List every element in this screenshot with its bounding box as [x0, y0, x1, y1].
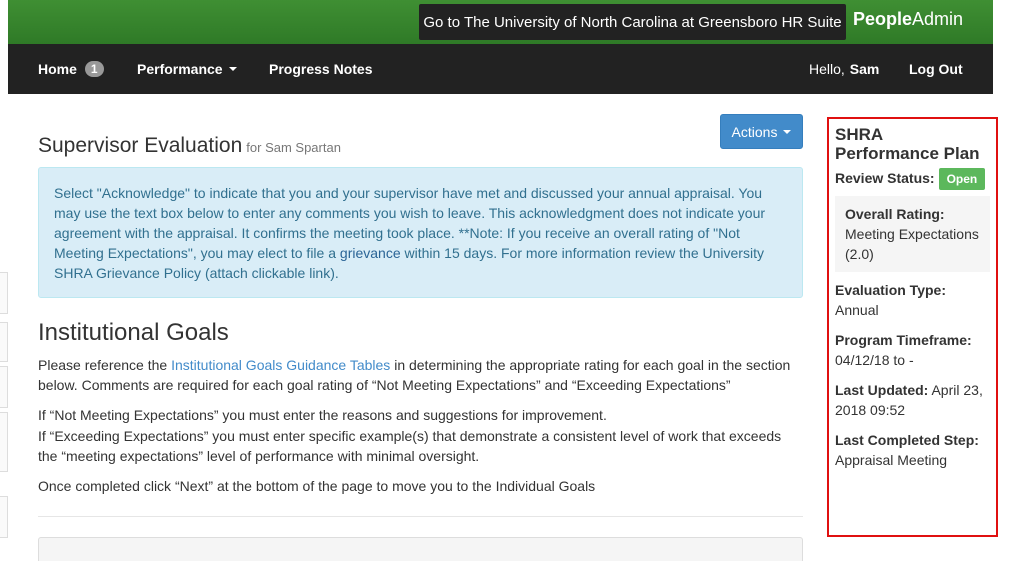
goals-panel — [38, 537, 803, 561]
user-name: Sam — [849, 61, 880, 77]
user-greeting: Hello, Sam — [809, 61, 880, 77]
grievance-link[interactable]: grievance — [340, 245, 401, 261]
nav-progress-notes[interactable]: Progress Notes — [269, 44, 372, 94]
logout-link[interactable]: Log Out — [909, 44, 963, 94]
program-timeframe-row: Program Timeframe: 04/12/18 to - — [835, 332, 972, 368]
left-edge-strip — [0, 0, 8, 561]
edge-tab — [0, 322, 8, 362]
nav-home[interactable]: Home 1 — [38, 44, 104, 94]
plan-summary-sidebar: SHRA Performance Plan Review Status: Open… — [827, 117, 998, 537]
not-meeting-paragraph: If “Not Meeting Expectations” you must e… — [38, 407, 607, 423]
next-step-paragraph: Once completed click “Next” at the botto… — [38, 478, 596, 494]
page-subtitle: for Sam Spartan — [246, 140, 341, 155]
page-title: Supervisor Evaluation for Sam Spartan — [38, 134, 341, 157]
overall-rating-well: Overall Rating: Meeting Expectations (2.… — [835, 196, 990, 272]
overall-rating-label: Overall Rating: — [845, 206, 945, 222]
guidance-paragraph: Please reference the Institutional Goals… — [38, 357, 791, 393]
nav-home-label: Home — [38, 61, 77, 77]
guidance-tables-link[interactable]: Institutional Goals Guidance Tables — [171, 357, 390, 373]
main-navbar: Home 1 Performance Progress Notes Hello,… — [8, 44, 993, 94]
evaluation-type-row: Evaluation Type: Annual — [835, 282, 946, 318]
home-count-badge: 1 — [84, 61, 104, 77]
actions-dropdown-button[interactable]: Actions — [720, 114, 803, 149]
edge-tab — [0, 366, 8, 408]
sidebar-title: SHRA Performance Plan — [835, 125, 980, 163]
acknowledge-info-alert: Select "Acknowledge" to indicate that yo… — [38, 167, 803, 298]
nav-performance[interactable]: Performance — [137, 44, 237, 94]
last-completed-row: Last Completed Step: Appraisal Meeting — [835, 432, 979, 468]
overall-rating-value: Meeting Expectations (2.0) — [845, 226, 979, 262]
actions-label: Actions — [731, 123, 778, 140]
chevron-down-icon — [783, 129, 792, 134]
chevron-down-icon — [228, 67, 237, 71]
nav-performance-label: Performance — [137, 61, 223, 77]
edge-tab — [0, 412, 8, 472]
section-title: Institutional Goals — [38, 319, 229, 346]
exceeding-paragraph: If “Exceeding Expectations” you must ent… — [38, 428, 782, 464]
last-updated-row: Last Updated: April 23, 2018 09:52 — [835, 382, 983, 418]
brand-logo[interactable]: PeopleAdmin — [853, 9, 963, 30]
review-status-row: Review Status: Open — [835, 168, 990, 190]
edge-tab — [0, 272, 8, 314]
divider — [38, 516, 803, 517]
top-bar: Go to The University of North Carolina a… — [8, 0, 993, 44]
edge-tab — [0, 496, 8, 538]
hr-suite-button[interactable]: Go to The University of North Carolina a… — [419, 4, 846, 40]
status-badge: Open — [938, 168, 986, 190]
